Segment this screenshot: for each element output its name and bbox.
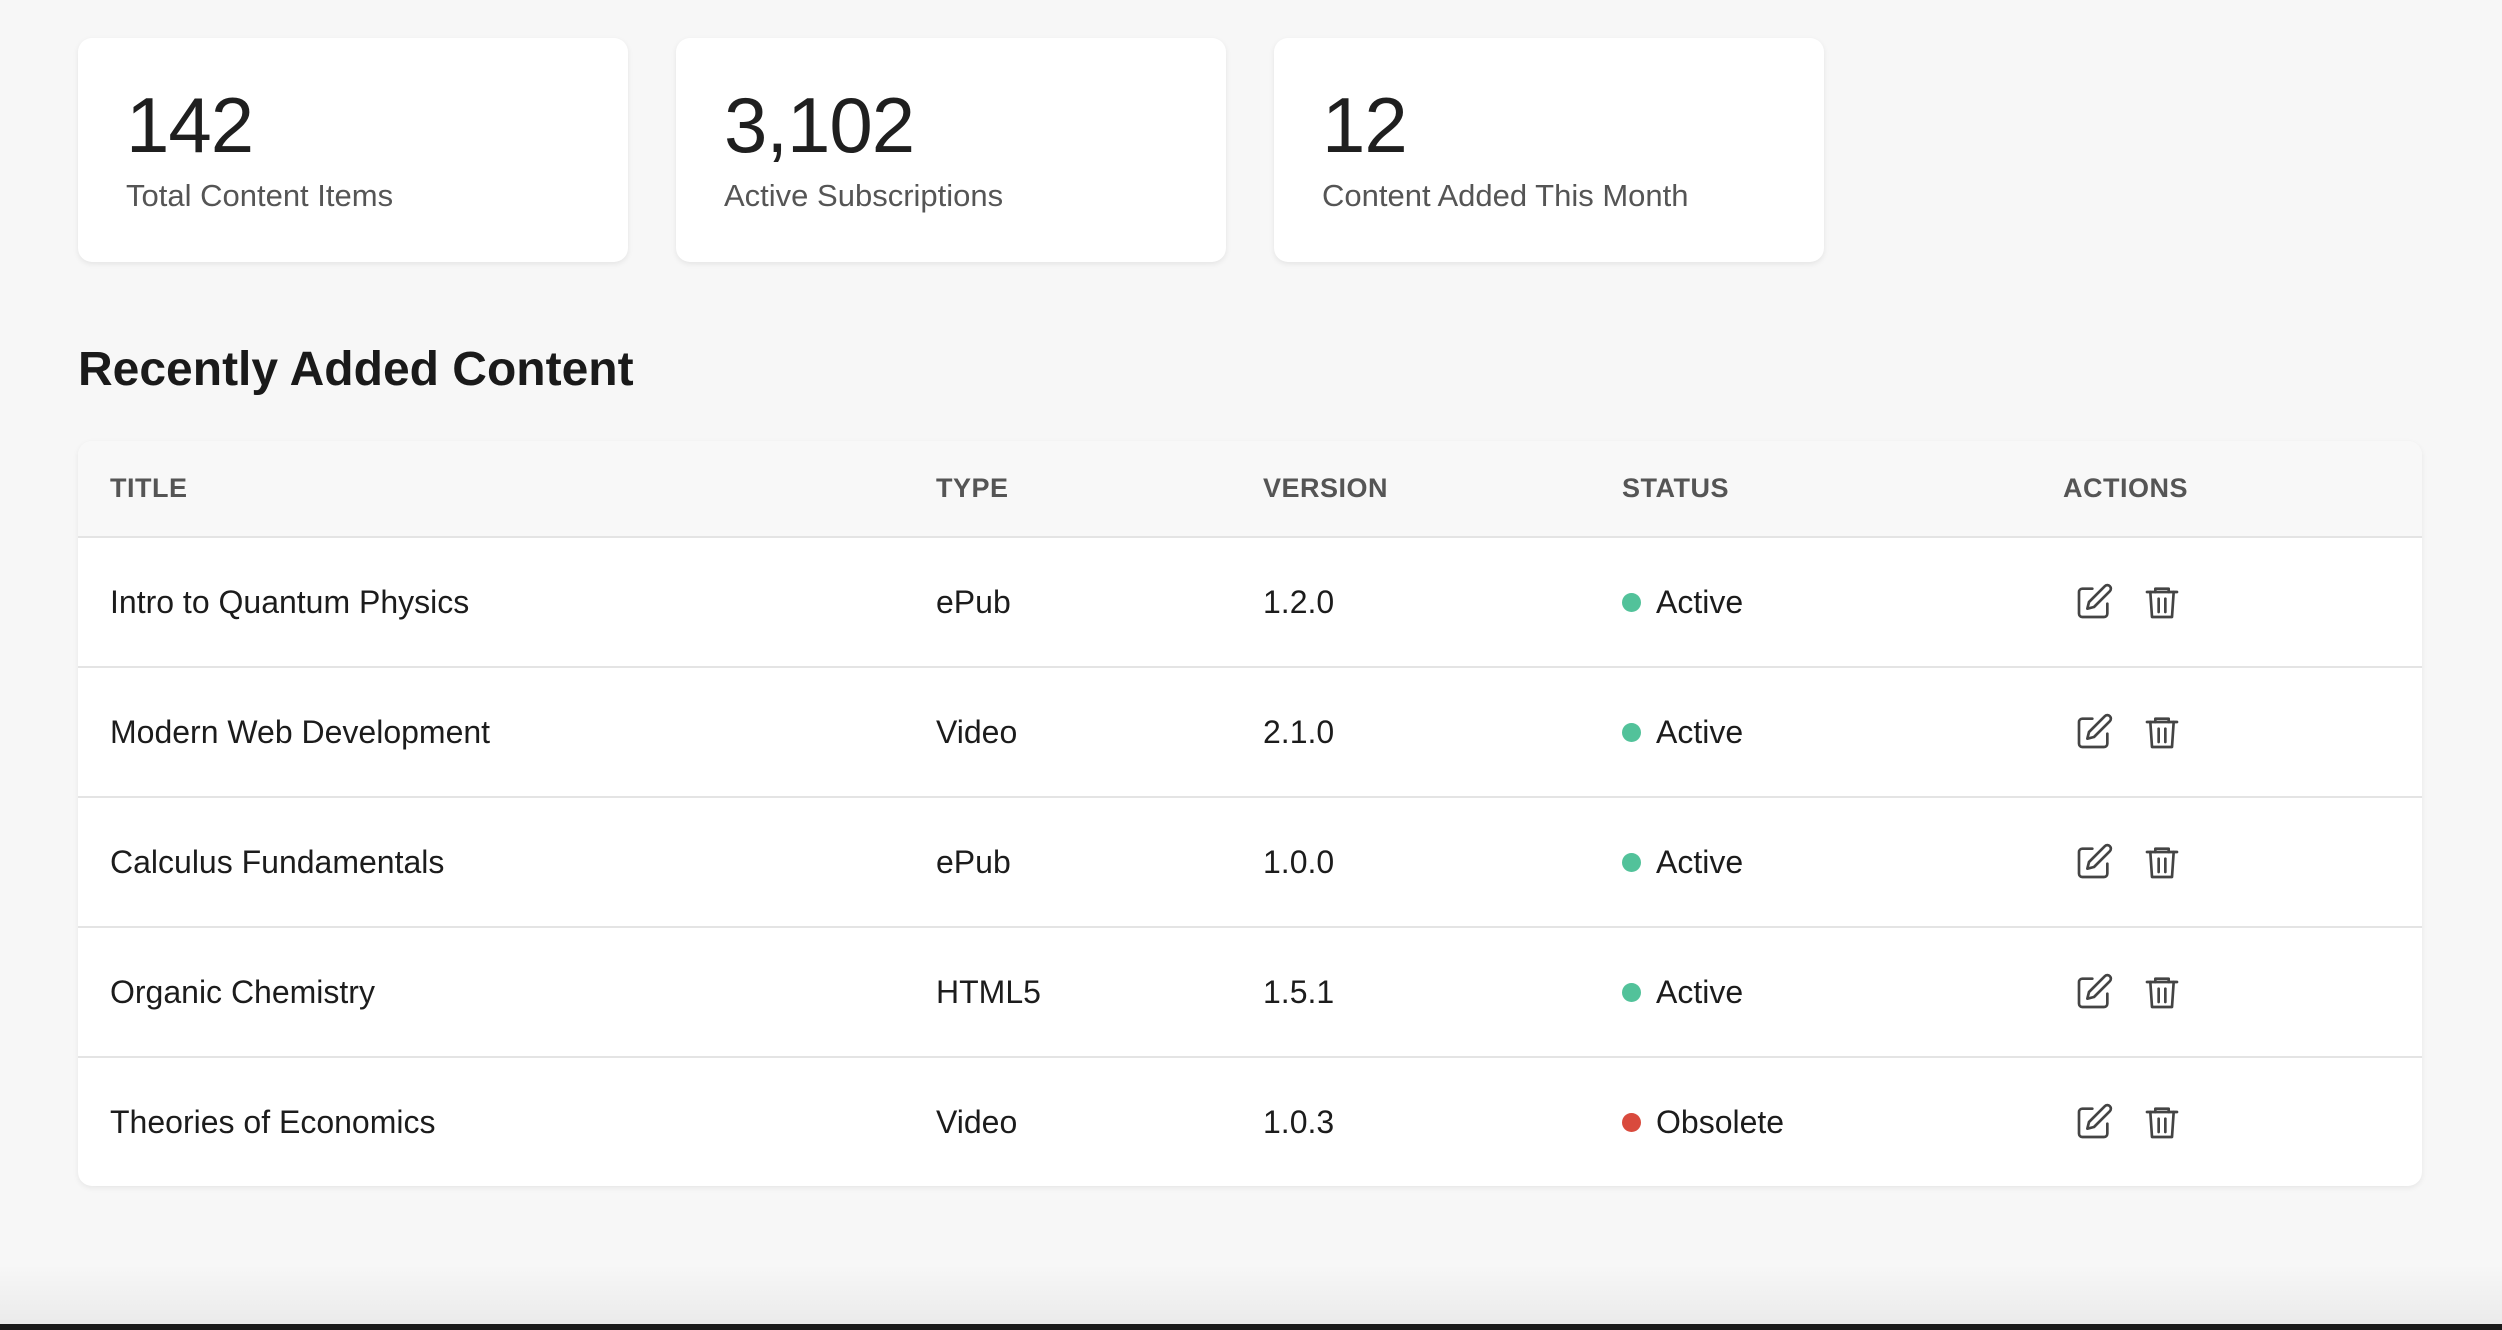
cell-status: Active <box>1622 797 2063 928</box>
stat-label: Content Added This Month <box>1322 178 1689 213</box>
status-dot <box>1622 1113 1641 1132</box>
status-dot <box>1622 723 1641 742</box>
stat-value: 12 <box>1322 81 1408 169</box>
cell-actions <box>2063 797 2422 928</box>
column-header-version: VERSION <box>1263 441 1622 538</box>
column-header-type: TYPE <box>936 441 1263 538</box>
edit-button[interactable] <box>2073 841 2115 883</box>
cell-status: Active <box>1622 667 2063 798</box>
trash-icon <box>2142 712 2182 752</box>
column-header-status: STATUS <box>1622 441 2063 538</box>
cell-version: 1.5.1 <box>1263 927 1622 1058</box>
table-row: Theories of Economics Video 1.0.3 Obsolete <box>78 1057 2422 1186</box>
status-label: Active <box>1656 844 1744 880</box>
edit-icon <box>2074 972 2114 1012</box>
stat-card-total-content: 142 Total Content Items <box>78 38 628 262</box>
stat-value: 3,102 <box>724 81 915 169</box>
status-badge: Active <box>1622 714 1743 751</box>
row-actions <box>2063 841 2422 883</box>
trash-icon <box>2142 1102 2182 1142</box>
delete-button[interactable] <box>2141 971 2183 1013</box>
content-table: TITLE TYPE VERSION STATUS ACTIONS Intro … <box>78 441 2422 1186</box>
edit-icon <box>2074 842 2114 882</box>
section-title: Recently Added Content <box>78 343 634 396</box>
status-label: Active <box>1656 714 1744 750</box>
cell-title: Modern Web Development <box>78 667 936 798</box>
trash-icon <box>2142 582 2182 622</box>
edit-icon <box>2074 712 2114 752</box>
cell-status: Obsolete <box>1622 1057 2063 1186</box>
status-label: Active <box>1656 584 1744 620</box>
table-row: Organic Chemistry HTML5 1.5.1 Active <box>78 927 2422 1058</box>
cell-title: Theories of Economics <box>110 1103 436 1140</box>
window-bottom-edge <box>0 1324 2502 1330</box>
row-actions <box>2063 971 2422 1013</box>
cell-version: 2.1.0 <box>1263 667 1622 798</box>
cell-actions <box>2063 537 2422 668</box>
status-badge: Active <box>1622 584 1743 621</box>
edit-button[interactable] <box>2073 971 2115 1013</box>
column-header-actions: ACTIONS <box>2063 441 2422 538</box>
edit-icon <box>2074 1102 2114 1142</box>
status-dot <box>1622 983 1641 1002</box>
stat-label: Active Subscriptions <box>724 178 1004 213</box>
cell-actions <box>2063 1057 2422 1186</box>
status-badge: Active <box>1622 974 1743 1011</box>
delete-button[interactable] <box>2141 841 2183 883</box>
window-bottom-shadow <box>0 1264 2502 1324</box>
cell-version: 1.0.3 <box>1263 1103 1335 1140</box>
status-label: Obsolete <box>1656 1104 1785 1140</box>
stat-card-content-added-month: 12 Content Added This Month <box>1274 38 1824 262</box>
cell-type: HTML5 <box>936 927 1263 1058</box>
content-table-card: TITLE TYPE VERSION STATUS ACTIONS Intro … <box>78 441 2422 1186</box>
stats-row: 142 Total Content Items 3,102 Active Sub… <box>78 38 2422 262</box>
cell-type: Video <box>936 1103 1018 1140</box>
edit-button[interactable] <box>2073 581 2115 623</box>
cell-actions <box>2063 667 2422 798</box>
cell-actions <box>2063 927 2422 1058</box>
status-badge: Active <box>1622 844 1743 881</box>
row-actions <box>2063 1101 2422 1143</box>
edit-icon <box>2074 582 2114 622</box>
cell-title: Intro to Quantum Physics <box>78 537 936 668</box>
cell-type: ePub <box>936 537 1263 668</box>
delete-button[interactable] <box>2141 1101 2183 1143</box>
cell-type: Video <box>936 667 1263 798</box>
cell-version: 1.0.0 <box>1263 797 1622 928</box>
trash-icon <box>2142 842 2182 882</box>
edit-button[interactable] <box>2073 711 2115 753</box>
delete-button[interactable] <box>2141 581 2183 623</box>
table-header-row: TITLE TYPE VERSION STATUS ACTIONS <box>78 441 2422 538</box>
table-row: Intro to Quantum Physics ePub 1.2.0 Active <box>78 537 2422 668</box>
status-dot <box>1622 593 1641 612</box>
delete-button[interactable] <box>2141 711 2183 753</box>
stat-label: Total Content Items <box>126 178 394 213</box>
cell-status: Active <box>1622 537 2063 668</box>
table-row: Calculus Fundamentals ePub 1.0.0 Active <box>78 797 2422 928</box>
status-label: Active <box>1656 974 1744 1010</box>
status-badge: Obsolete <box>1622 1104 1784 1141</box>
stat-card-active-subscriptions: 3,102 Active Subscriptions <box>676 38 1226 262</box>
dashboard-page: 142 Total Content Items 3,102 Active Sub… <box>78 38 2422 1186</box>
trash-icon <box>2142 972 2182 1012</box>
cell-title: Calculus Fundamentals <box>78 797 936 928</box>
stat-value: 142 <box>126 81 254 169</box>
cell-status: Active <box>1622 927 2063 1058</box>
edit-button[interactable] <box>2073 1101 2115 1143</box>
column-header-title: TITLE <box>78 441 936 538</box>
cell-version: 1.2.0 <box>1263 537 1622 668</box>
row-actions <box>2063 581 2422 623</box>
cell-type: ePub <box>936 797 1263 928</box>
table-row: Modern Web Development Video 2.1.0 Active <box>78 667 2422 798</box>
status-dot <box>1622 853 1641 872</box>
cell-title: Organic Chemistry <box>78 927 936 1058</box>
row-actions <box>2063 711 2422 753</box>
